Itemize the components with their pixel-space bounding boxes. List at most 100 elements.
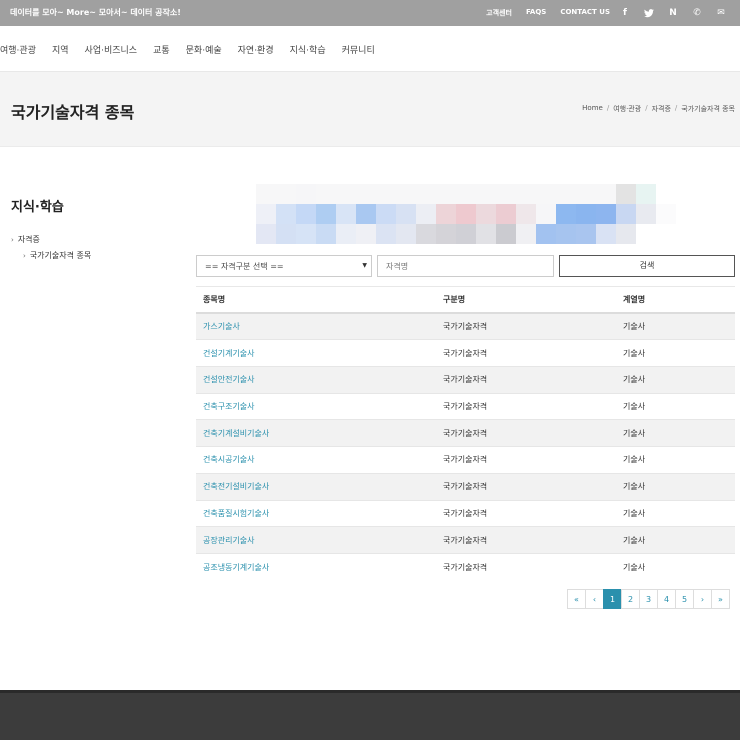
category-cell: 국가기술자격 xyxy=(443,455,488,465)
series-cell: 기술사 xyxy=(623,375,646,385)
category-cell: 국가기술자격 xyxy=(443,402,488,412)
breadcrumb-separator: / xyxy=(606,104,610,112)
chevron-right-icon: › xyxy=(23,251,26,260)
select-value: == 자격구분 선택 == xyxy=(205,262,284,271)
table-row: 건축시공기술사 국가기술자격 기술사 xyxy=(196,447,735,474)
breadcrumb-separator: / xyxy=(674,104,678,112)
prev-page-button[interactable]: ‹ xyxy=(585,589,604,609)
column-header-name: 종목명 xyxy=(203,294,226,304)
nav-item-nature[interactable]: 자연·환경 xyxy=(238,43,274,56)
main-nav: 여행·관광 지역 사업·비즈니스 교통 문화·예술 자연·환경 지식·학습 커뮤… xyxy=(0,26,740,72)
breadcrumb-travel[interactable]: 여행·관광 xyxy=(613,104,641,114)
nav-item-business[interactable]: 사업·비즈니스 xyxy=(85,43,138,56)
social-icons: f N ✆ ✉ xyxy=(616,5,730,21)
page-button-4[interactable]: 4 xyxy=(657,589,676,609)
table-row: 건축구조기술사 국가기술자격 기술사 xyxy=(196,394,735,421)
category-cell: 국가기술자격 xyxy=(443,562,488,572)
chevron-right-icon: › xyxy=(11,235,14,244)
breadcrumb-home[interactable]: Home xyxy=(582,104,603,114)
site-tagline: 데이터를 모아~ More~ 모아서~ 데이터 공작소! xyxy=(10,8,181,17)
certificate-name-link[interactable]: 건설안전기술사 xyxy=(196,374,443,385)
first-page-button[interactable]: « xyxy=(567,589,586,609)
certificate-name-link[interactable]: 건축품질시험기술사 xyxy=(196,508,443,519)
table-row: 건설기계기술사 국가기술자격 기술사 xyxy=(196,340,735,368)
series-cell: 기술사 xyxy=(623,455,646,465)
series-cell: 기술사 xyxy=(623,402,646,412)
table-row: 건축전기설비기술사 국가기술자격 기술사 xyxy=(196,473,735,501)
series-cell: 기술사 xyxy=(623,508,646,518)
table-row: 공장관리기술사 국가기술자격 기술사 xyxy=(196,527,735,554)
certificate-name-link[interactable]: 공조냉동기계기술사 xyxy=(196,562,443,573)
customer-center-link[interactable]: 고객센터 xyxy=(486,8,512,18)
table-row: 건축기계설비기술사 국가기술자격 기술사 xyxy=(196,420,735,448)
certificate-name-link[interactable]: 건축구조기술사 xyxy=(196,401,443,412)
breadcrumb: Home / 여행·관광 / 자격증 / 국가기술자격 종목 xyxy=(582,104,735,114)
phone-icon[interactable]: ✆ xyxy=(688,5,706,21)
nav-item-region[interactable]: 지역 xyxy=(52,43,69,56)
certificate-name-link[interactable]: 공장관리기술사 xyxy=(196,535,443,546)
series-cell: 기술사 xyxy=(623,482,646,492)
top-links: 고객센터 FAQS CONTACT US xyxy=(486,8,610,18)
category-cell: 국가기술자격 xyxy=(443,482,488,492)
top-bar: 데이터를 모아~ More~ 모아서~ 데이터 공작소! 고객센터 FAQS C… xyxy=(0,0,740,26)
series-cell: 기술사 xyxy=(623,428,646,438)
pagination: « ‹ 1 2 3 4 5 › » xyxy=(567,589,730,609)
breadcrumb-current: 국가기술자격 종목 xyxy=(681,105,735,113)
breadcrumb-separator: / xyxy=(645,104,648,112)
next-page-button[interactable]: › xyxy=(693,589,712,609)
certificate-name-link[interactable]: 건설기계기술사 xyxy=(196,348,443,359)
series-cell: 기술사 xyxy=(623,562,646,572)
table-header: 종목명 구분명 계열명 xyxy=(196,287,735,314)
nav-item-community[interactable]: 커뮤니티 xyxy=(342,43,375,56)
twitter-icon[interactable] xyxy=(640,5,658,21)
nav-item-travel[interactable]: 여행·관광 xyxy=(0,43,36,56)
certificate-name-link[interactable]: 건축기계설비기술사 xyxy=(196,428,443,439)
page-button-3[interactable]: 3 xyxy=(639,589,658,609)
sidebar-item-certificate[interactable]: › 자격증 xyxy=(11,234,40,245)
column-header-series: 계열명 xyxy=(623,294,646,304)
table-row: 건축품질시험기술사 국가기술자격 기술사 xyxy=(196,501,735,528)
certificate-name-input[interactable] xyxy=(377,255,554,277)
breadcrumb-certificate[interactable]: 자격증 xyxy=(652,104,671,114)
certificate-name-link[interactable]: 건축전기설비기술사 xyxy=(196,481,443,492)
category-cell: 국가기술자격 xyxy=(443,375,488,385)
banner-image xyxy=(256,184,676,244)
category-cell: 국가기술자격 xyxy=(443,322,488,332)
table-row: 건설안전기술사 국가기술자격 기술사 xyxy=(196,367,735,394)
series-cell: 기술사 xyxy=(623,322,646,332)
page-header: 국가기술자격 종목 Home / 여행·관광 / 자격증 / 국가기술자격 종목 xyxy=(0,72,740,147)
category-cell: 국가기술자격 xyxy=(443,535,488,545)
footer xyxy=(0,690,740,740)
table-row: 공조냉동기계기술사 국가기술자격 기술사 xyxy=(196,554,735,581)
certificate-name-link[interactable]: 건축시공기술사 xyxy=(196,454,443,465)
nav-item-culture[interactable]: 문화·예술 xyxy=(186,43,222,56)
page-button-2[interactable]: 2 xyxy=(621,589,640,609)
sidebar-item-label: 국가기술자격 종목 xyxy=(29,251,92,260)
last-page-button[interactable]: » xyxy=(711,589,730,609)
mail-icon[interactable]: ✉ xyxy=(712,5,730,21)
page-button-1[interactable]: 1 xyxy=(603,589,622,609)
nav-item-knowledge[interactable]: 지식·학습 xyxy=(290,43,326,56)
facebook-icon[interactable]: f xyxy=(616,5,634,21)
certificate-type-select[interactable]: == 자격구분 선택 == ▼ xyxy=(196,255,372,277)
sidebar-item-label: 자격증 xyxy=(17,235,40,244)
page-title: 국가기술자격 종목 xyxy=(11,103,135,122)
category-cell: 국가기술자격 xyxy=(443,508,488,518)
contact-us-link[interactable]: CONTACT US xyxy=(560,8,610,18)
faqs-link[interactable]: FAQS xyxy=(526,8,546,18)
table-row: 가스기술사 국가기술자격 기술사 xyxy=(196,313,735,341)
category-cell: 국가기술자격 xyxy=(443,348,488,358)
naver-icon[interactable]: N xyxy=(664,5,682,21)
nav-item-traffic[interactable]: 교통 xyxy=(153,43,170,56)
page-button-5[interactable]: 5 xyxy=(675,589,694,609)
series-cell: 기술사 xyxy=(623,535,646,545)
chevron-down-icon: ▼ xyxy=(362,262,367,269)
certificate-table: 종목명 구분명 계열명 가스기술사 국가기술자격 기술사 건설기계기술사 국가기… xyxy=(196,286,735,581)
certificate-name-link[interactable]: 가스기술사 xyxy=(196,321,443,332)
sidebar-title: 지식·학습 xyxy=(11,200,64,215)
sidebar-item-national-certificate[interactable]: › 국가기술자격 종목 xyxy=(23,250,91,261)
category-cell: 국가기술자격 xyxy=(443,428,488,438)
search-button[interactable]: 검색 xyxy=(559,255,735,277)
column-header-category: 구분명 xyxy=(443,294,466,304)
series-cell: 기술사 xyxy=(623,348,646,358)
